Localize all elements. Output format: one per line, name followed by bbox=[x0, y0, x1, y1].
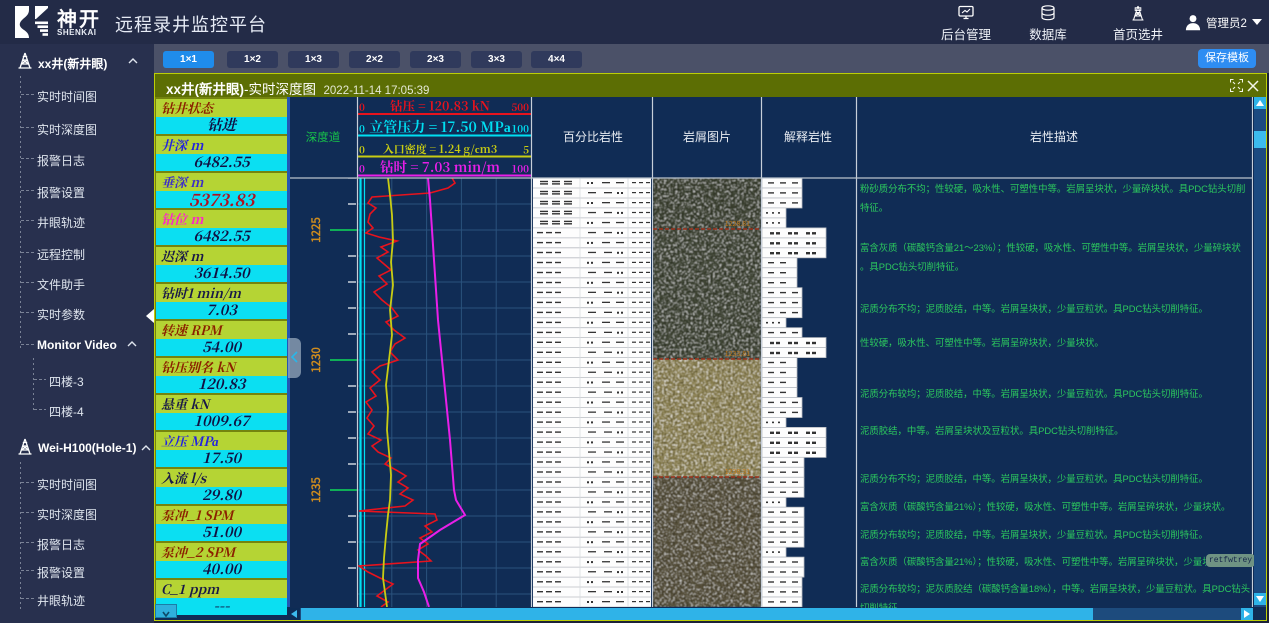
svg-text:0: 0 bbox=[359, 99, 365, 114]
svg-text:1233.81: 1233.81 bbox=[725, 349, 750, 359]
svg-text:1225: 1225 bbox=[308, 217, 324, 243]
svg-text:岩性描述: 岩性描述 bbox=[1030, 128, 1078, 145]
svg-text:深度道: 深度道 bbox=[306, 129, 341, 145]
svg-text:1230: 1230 bbox=[308, 347, 324, 373]
svg-text:5: 5 bbox=[523, 142, 529, 157]
svg-text:解释岩性: 解释岩性 bbox=[784, 128, 832, 145]
svg-text:0: 0 bbox=[359, 121, 365, 136]
svg-text:100: 100 bbox=[511, 161, 529, 176]
svg-text:100: 100 bbox=[511, 121, 529, 136]
svg-text:钻时 = 7.03 min/m: 钻时 = 7.03 min/m bbox=[380, 156, 500, 176]
svg-text:1228.81: 1228.81 bbox=[725, 219, 750, 229]
svg-text:0: 0 bbox=[359, 142, 365, 157]
svg-text:立管压力 = 17.50 MPa: 立管压力 = 17.50 MPa bbox=[369, 117, 510, 137]
svg-text:百分比岩性: 百分比岩性 bbox=[563, 128, 623, 145]
svg-text:0: 0 bbox=[359, 161, 365, 176]
svg-text:入口密度 = 1.24 g/cm3: 入口密度 = 1.24 g/cm3 bbox=[383, 141, 497, 157]
svg-text:钻压 = 120.83 kN: 钻压 = 120.83 kN bbox=[390, 97, 490, 115]
svg-text:500: 500 bbox=[511, 99, 529, 114]
svg-text:1238.31: 1238.31 bbox=[725, 467, 750, 477]
svg-text:1235: 1235 bbox=[308, 477, 324, 503]
svg-text:岩屑图片: 岩屑图片 bbox=[683, 128, 731, 145]
